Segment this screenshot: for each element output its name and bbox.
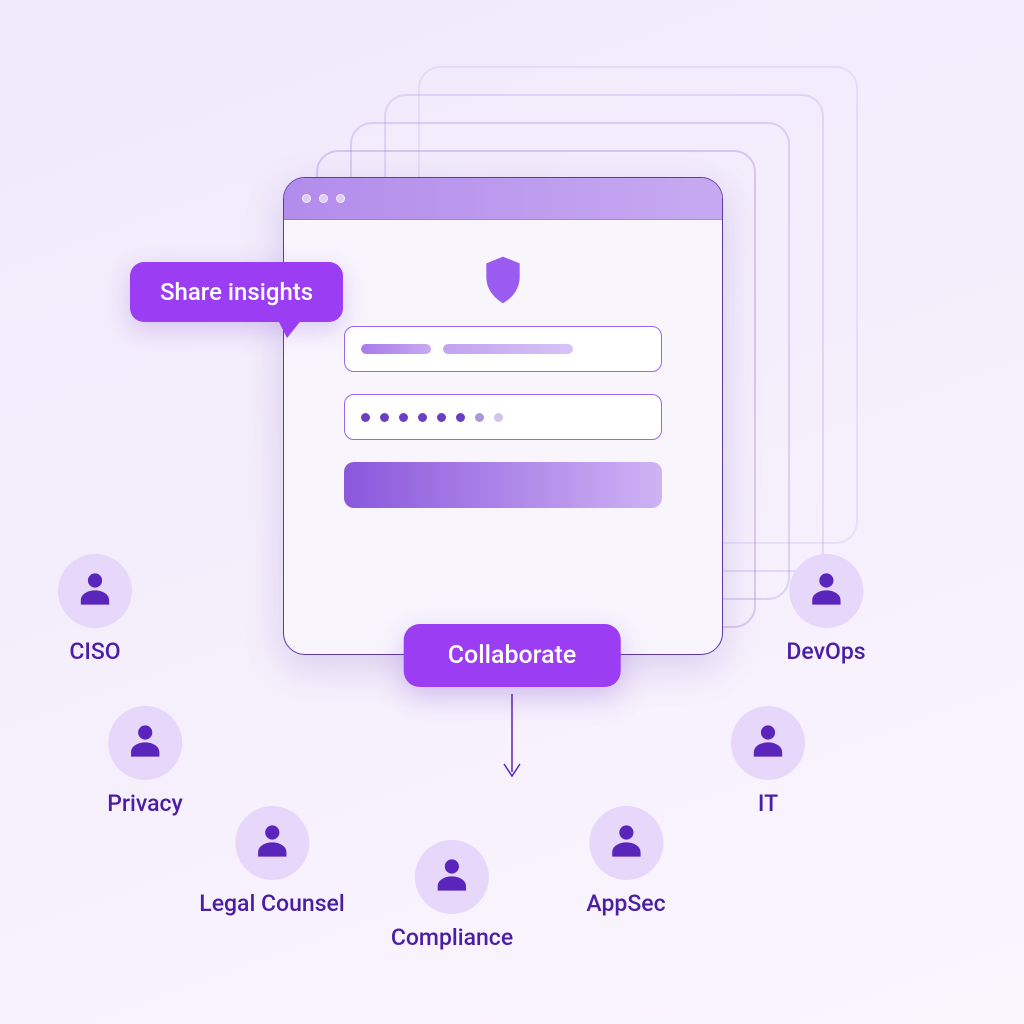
role-appsec: AppSec [586, 806, 665, 917]
password-input[interactable] [344, 394, 662, 440]
role-devops: DevOps [786, 554, 865, 665]
share-insights-bubble: Share insights [130, 262, 343, 322]
app-window [283, 177, 723, 655]
placeholder-bar [361, 344, 431, 354]
role-label: CISO [69, 638, 120, 665]
role-label: DevOps [786, 638, 865, 665]
placeholder-bar [443, 344, 573, 354]
role-privacy: Privacy [107, 706, 183, 817]
avatar [58, 554, 132, 628]
role-label: AppSec [586, 890, 665, 917]
role-legal: Legal Counsel [199, 806, 344, 917]
window-titlebar [284, 178, 722, 220]
diagram-stage: Share insights Collaborate CISO Privacy Le… [0, 0, 1024, 1024]
window-dot-icon [319, 194, 328, 203]
avatar [731, 706, 805, 780]
role-comp: Compliance [391, 840, 513, 951]
avatar [235, 806, 309, 880]
bubble-label: Share insights [160, 278, 313, 306]
avatar [789, 554, 863, 628]
role-label: Privacy [107, 790, 183, 817]
role-label: IT [758, 790, 778, 817]
role-ciso: CISO [58, 554, 132, 665]
person-icon [435, 856, 469, 898]
person-icon [255, 822, 289, 864]
window-dot-icon [336, 194, 345, 203]
window-dot-icon [302, 194, 311, 203]
window-body [284, 220, 722, 508]
person-icon [78, 570, 112, 612]
person-icon [809, 570, 843, 612]
username-input[interactable] [344, 326, 662, 372]
collaborate-button[interactable]: Collaborate [404, 624, 621, 687]
role-label: Legal Counsel [199, 890, 344, 917]
submit-button[interactable] [344, 462, 662, 508]
avatar [415, 840, 489, 914]
role-it: IT [731, 706, 805, 817]
person-icon [751, 722, 785, 764]
role-label: Compliance [391, 924, 513, 951]
arrow-down-icon [501, 694, 523, 782]
collaborate-label: Collaborate [448, 641, 577, 670]
person-icon [128, 722, 162, 764]
person-icon [609, 822, 643, 864]
password-mask-icon [361, 413, 503, 422]
avatar [108, 706, 182, 780]
avatar [589, 806, 663, 880]
shield-icon [483, 256, 523, 304]
